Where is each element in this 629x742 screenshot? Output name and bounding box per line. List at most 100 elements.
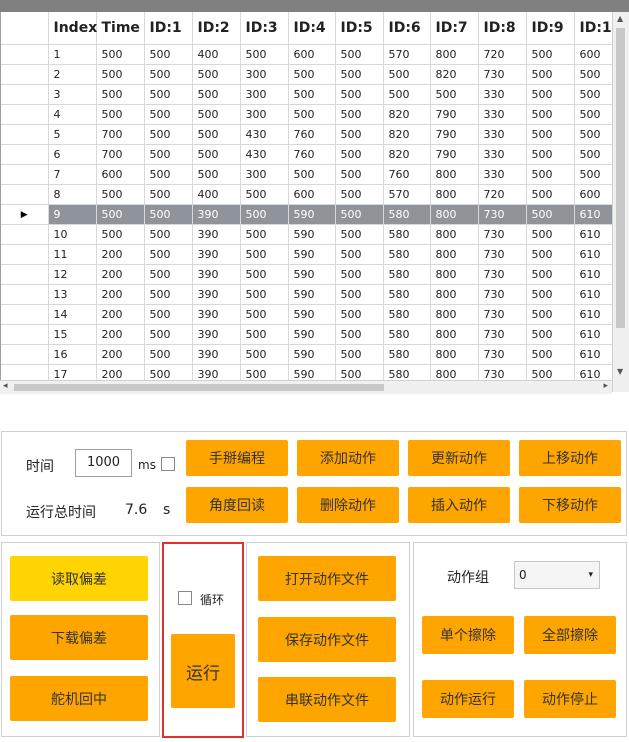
table-cell[interactable]: 500 <box>526 224 575 245</box>
row-header-cell[interactable] <box>1 44 49 65</box>
table-cell[interactable]: 500 <box>335 204 384 225</box>
table-cell[interactable]: 390 <box>192 224 241 245</box>
table-cell[interactable]: 500 <box>335 324 384 345</box>
table-cell[interactable]: 500 <box>335 284 384 305</box>
table-cell[interactable]: 500 <box>288 84 336 105</box>
table-cell[interactable]: 500 <box>192 164 241 185</box>
table-cell[interactable]: 500 <box>144 184 193 205</box>
table-cell[interactable]: 800 <box>430 224 479 245</box>
table-cell[interactable]: 800 <box>430 204 479 225</box>
table-cell[interactable]: 720 <box>478 184 527 205</box>
table-cell[interactable]: 300 <box>240 104 289 125</box>
row-header-cell[interactable] <box>1 364 49 380</box>
row-header-cell[interactable] <box>1 224 49 245</box>
table-cell[interactable]: 590 <box>288 204 336 225</box>
table-cell[interactable]: 500 <box>144 204 193 225</box>
ms-checkbox[interactable] <box>161 457 175 471</box>
table-cell[interactable]: 500 <box>240 344 289 365</box>
action-group-select[interactable]: 0 ▾ <box>514 561 600 589</box>
table-cell[interactable]: 8 <box>48 184 97 205</box>
table-cell[interactable]: 500 <box>96 184 145 205</box>
table-row[interactable]: 1 500 500 400 500 600 500 570 800 720 500 600 <box>1 44 613 65</box>
table-cell[interactable]: 390 <box>192 324 241 345</box>
table-cell[interactable]: 330 <box>478 84 527 105</box>
row-header-cell[interactable] <box>1 164 49 185</box>
table-cell[interactable]: 500 <box>144 64 193 85</box>
table-cell[interactable]: 800 <box>430 44 479 65</box>
angle-readback-button[interactable]: 角度回读 <box>186 487 288 523</box>
table-cell[interactable]: 500 <box>240 304 289 325</box>
row-header-cell[interactable] <box>1 124 49 145</box>
table-cell[interactable]: 590 <box>288 364 336 380</box>
table-cell[interactable]: 580 <box>383 204 431 225</box>
manual-programming-button[interactable]: 手掰编程 <box>186 440 288 476</box>
table-cell[interactable]: 400 <box>192 44 241 65</box>
table-cell[interactable]: 590 <box>288 244 336 265</box>
table-row[interactable]: 14 200 500 390 500 590 500 580 800 730 500 610 <box>1 304 613 325</box>
table-cell[interactable]: 12 <box>48 264 97 285</box>
table-row[interactable]: 5 700 500 500 430 760 500 820 790 330 500 500 <box>1 124 613 145</box>
table-cell[interactable]: 500 <box>335 44 384 65</box>
scroll-right-arrow-icon[interactable]: ▸ <box>603 381 608 391</box>
row-header-cell[interactable] <box>1 104 49 125</box>
table-cell[interactable]: 800 <box>430 344 479 365</box>
table-cell[interactable]: 500 <box>144 324 193 345</box>
table-cell[interactable]: 580 <box>383 304 431 325</box>
table-cell[interactable]: 400 <box>192 184 241 205</box>
table-cell[interactable]: 790 <box>430 124 479 145</box>
table-cell[interactable]: 500 <box>335 264 384 285</box>
table-cell[interactable]: 500 <box>96 204 145 225</box>
table-cell[interactable]: 800 <box>430 364 479 380</box>
action-stop-button[interactable]: 动作停止 <box>524 680 616 718</box>
row-header-cell[interactable] <box>1 184 49 205</box>
table-cell[interactable]: 500 <box>144 144 193 165</box>
open-action-file-button[interactable]: 打开动作文件 <box>258 556 396 601</box>
table-cell[interactable]: 500 <box>526 344 575 365</box>
row-header-cell[interactable] <box>1 244 49 265</box>
table-cell[interactable]: 500 <box>96 64 145 85</box>
table-cell[interactable]: 7 <box>48 164 97 185</box>
add-action-button[interactable]: 添加动作 <box>297 440 399 476</box>
row-header-cell[interactable] <box>1 264 49 285</box>
table-cell[interactable]: 730 <box>478 344 527 365</box>
table-cell[interactable]: 500 <box>144 164 193 185</box>
table-cell[interactable]: 500 <box>144 124 193 145</box>
table-cell[interactable]: 500 <box>526 264 575 285</box>
table-cell[interactable]: 500 <box>335 84 384 105</box>
table-cell[interactable]: 590 <box>288 224 336 245</box>
table-cell[interactable]: 500 <box>96 104 145 125</box>
row-header-cell[interactable] <box>1 144 49 165</box>
table-cell[interactable]: 4 <box>48 104 97 125</box>
table-cell[interactable]: 500 <box>526 204 575 225</box>
table-row[interactable]: 4 500 500 500 300 500 500 820 790 330 500 500 <box>1 104 613 125</box>
table-cell[interactable]: 500 <box>192 124 241 145</box>
table-cell[interactable]: 500 <box>526 324 575 345</box>
row-header-cell[interactable] <box>1 324 49 345</box>
table-row[interactable]: 8 500 500 400 500 600 500 570 800 720 500 600 <box>1 184 613 205</box>
table-cell[interactable]: 10 <box>48 224 97 245</box>
table-cell[interactable]: 790 <box>430 104 479 125</box>
table-cell[interactable]: 500 <box>240 364 289 380</box>
table-cell[interactable]: 500 <box>96 224 145 245</box>
table-cell[interactable]: 760 <box>383 164 431 185</box>
table-cell[interactable]: 610 <box>574 324 613 345</box>
table-cell[interactable]: 500 <box>335 304 384 325</box>
table-cell[interactable]: 200 <box>96 304 145 325</box>
table-cell[interactable]: 610 <box>574 344 613 365</box>
table-cell[interactable]: 390 <box>192 204 241 225</box>
table-cell[interactable]: 16 <box>48 344 97 365</box>
table-cell[interactable]: 500 <box>526 144 575 165</box>
table-cell[interactable]: 14 <box>48 304 97 325</box>
table-cell[interactable]: 610 <box>574 284 613 305</box>
table-cell[interactable]: 590 <box>288 304 336 325</box>
table-cell[interactable]: 500 <box>526 184 575 205</box>
table-cell[interactable]: 580 <box>383 344 431 365</box>
table-cell[interactable]: 500 <box>144 284 193 305</box>
erase-all-button[interactable]: 全部擦除 <box>524 616 616 654</box>
table-cell[interactable]: 13 <box>48 284 97 305</box>
table-cell[interactable]: 390 <box>192 304 241 325</box>
table-cell[interactable]: 500 <box>574 64 613 85</box>
table-cell[interactable]: 800 <box>430 264 479 285</box>
column-header[interactable]: ID:2 <box>192 12 241 45</box>
table-cell[interactable]: 500 <box>335 164 384 185</box>
